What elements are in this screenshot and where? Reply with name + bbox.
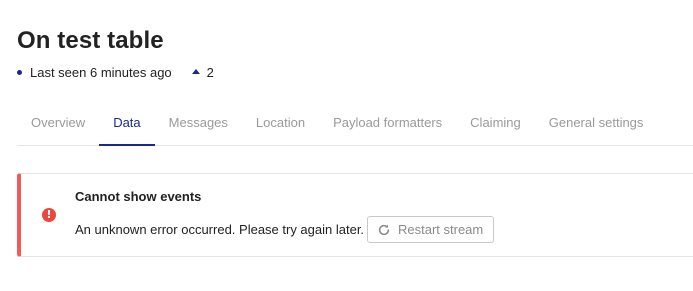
status-dot-icon — [17, 69, 22, 75]
uplink-count: 2 — [206, 64, 214, 80]
restart-stream-button[interactable]: Restart stream — [367, 216, 495, 243]
refresh-icon — [378, 224, 390, 235]
device-meta: Last seen 6 minutes ago 2 — [17, 64, 214, 80]
page-title: On test table — [17, 27, 164, 54]
device-data-page: On test table Last seen 6 minutes ago 2 … — [0, 0, 693, 291]
error-icon: ! — [42, 208, 56, 222]
device-header: On test table Last seen 6 minutes ago 2 — [17, 26, 214, 80]
tab-data[interactable]: Data — [99, 100, 156, 146]
error-title: Cannot show events — [75, 189, 202, 204]
tab-overview[interactable]: Overview — [17, 100, 99, 145]
tab-claiming[interactable]: Claiming — [456, 100, 535, 145]
error-notification: ! Cannot show events An unknown error oc… — [17, 173, 693, 257]
device-tabs: Overview Data Messages Location Payload … — [17, 100, 693, 146]
tab-payload-formatters[interactable]: Payload formatters — [319, 100, 456, 145]
tab-location[interactable]: Location — [242, 100, 319, 145]
error-message: An unknown error occurred. Please try ag… — [75, 222, 365, 237]
tab-general-settings[interactable]: General settings — [535, 100, 658, 145]
restart-stream-label: Restart stream — [398, 222, 484, 237]
uplink-arrow-icon — [191, 68, 200, 74]
last-seen-text: Last seen 6 minutes ago — [30, 64, 172, 80]
tab-messages[interactable]: Messages — [155, 100, 242, 145]
